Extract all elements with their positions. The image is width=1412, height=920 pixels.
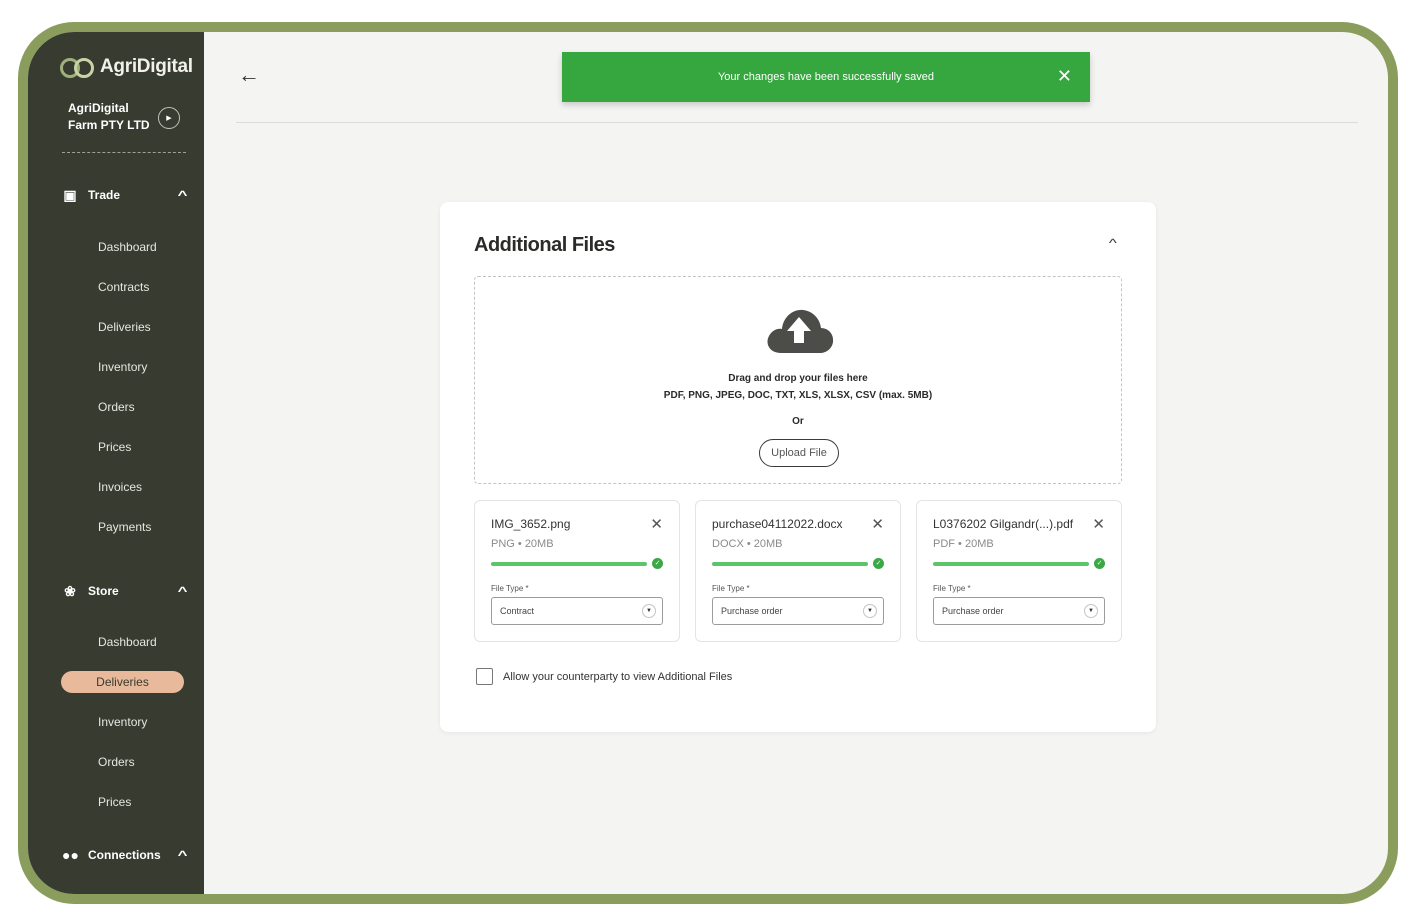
check-circle-icon: ✓ bbox=[873, 558, 884, 569]
file-name: L0376202 Gilgandr(...).pdf bbox=[933, 517, 1074, 531]
chevron-down-icon: ▼ bbox=[863, 604, 877, 618]
cloud-upload-icon bbox=[767, 309, 834, 353]
chevron-up-icon[interactable]: ^ bbox=[178, 584, 188, 598]
sidebar-section-store[interactable]: ❀ Store ^ bbox=[62, 580, 188, 602]
sidebar: AgriDigital AgriDigital Farm PTY LTD ▶ ▣… bbox=[28, 32, 204, 894]
file-type-select[interactable]: Purchase order ▼ bbox=[712, 597, 884, 625]
wheat-icon: ❀ bbox=[64, 582, 76, 599]
file-type-label: File Type * bbox=[933, 584, 971, 593]
sidebar-item-store-orders[interactable]: Orders bbox=[98, 751, 135, 773]
file-card: L0376202 Gilgandr(...).pdf ✕ PDF • 20MB … bbox=[916, 500, 1122, 642]
company-name: AgriDigital Farm PTY LTD bbox=[68, 101, 150, 132]
sidebar-section-trade[interactable]: ▣ Trade ^ bbox=[62, 184, 188, 206]
allow-counterparty-checkbox[interactable]: Allow your counterparty to view Addition… bbox=[476, 668, 732, 685]
app-screen: AgriDigital AgriDigital Farm PTY LTD ▶ ▣… bbox=[28, 32, 1388, 894]
file-drop-zone[interactable]: Drag and drop your files here PDF, PNG, … bbox=[474, 276, 1122, 484]
progress-fill bbox=[491, 562, 647, 566]
sidebar-item-trade-deliveries[interactable]: Deliveries bbox=[98, 316, 151, 338]
file-card: IMG_3652.png ✕ PNG • 20MB ✓ File Type * … bbox=[474, 500, 680, 642]
sidebar-item-trade-inventory[interactable]: Inventory bbox=[98, 356, 147, 378]
sidebar-item-trade-payments[interactable]: Payments bbox=[98, 516, 151, 538]
document-icon: ▣ bbox=[63, 186, 77, 203]
upload-progress-bar bbox=[933, 562, 1089, 566]
chevron-up-icon[interactable]: ^ bbox=[1109, 236, 1117, 250]
device-frame: AgriDigital AgriDigital Farm PTY LTD ▶ ▣… bbox=[18, 22, 1398, 904]
sidebar-item-store-prices[interactable]: Prices bbox=[98, 791, 131, 813]
file-type: DOCX bbox=[712, 538, 744, 550]
toast-message: Your changes have been successfully save… bbox=[717, 71, 935, 83]
logo-mark-icon bbox=[60, 56, 98, 78]
file-card: purchase04112022.docx ✕ DOCX • 20MB ✓ Fi… bbox=[695, 500, 901, 642]
sidebar-item-trade-orders[interactable]: Orders bbox=[98, 396, 135, 418]
sidebar-item-store-deliveries[interactable]: Deliveries bbox=[61, 671, 184, 693]
file-type-label: File Type * bbox=[491, 584, 529, 593]
file-meta: PNG • 20MB bbox=[491, 538, 554, 550]
check-circle-icon: ✓ bbox=[652, 558, 663, 569]
checkbox-box[interactable] bbox=[476, 668, 493, 685]
file-name: purchase04112022.docx bbox=[712, 517, 843, 531]
file-type-select[interactable]: Purchase order ▼ bbox=[933, 597, 1105, 625]
file-type: PNG bbox=[491, 538, 515, 550]
chevron-down-icon: ▼ bbox=[1084, 604, 1098, 618]
company-switch-button[interactable]: ▶ bbox=[158, 107, 180, 129]
allow-label: Allow your counterparty to view Addition… bbox=[503, 670, 733, 683]
sidebar-divider bbox=[62, 152, 186, 153]
upload-progress-bar bbox=[712, 562, 868, 566]
main-content: ← Your changes have been successfully sa… bbox=[204, 32, 1388, 894]
remove-file-icon[interactable]: ✕ bbox=[871, 515, 884, 533]
file-size: 20MB bbox=[524, 538, 554, 550]
brand-logo[interactable]: AgriDigital bbox=[60, 56, 193, 78]
file-meta: PDF • 20MB bbox=[933, 538, 994, 550]
file-type-select[interactable]: Contract ▼ bbox=[491, 597, 663, 625]
sidebar-item-trade-invoices[interactable]: Invoices bbox=[98, 476, 142, 498]
section-label: Trade bbox=[88, 188, 121, 202]
selected-value: Purchase order bbox=[721, 606, 783, 616]
check-circle-icon: ✓ bbox=[1094, 558, 1105, 569]
sidebar-item-trade-dashboard[interactable]: Dashboard bbox=[98, 236, 157, 258]
or-separator: Or bbox=[792, 416, 804, 427]
back-arrow-icon[interactable]: ← bbox=[238, 62, 260, 88]
remove-file-icon[interactable]: ✕ bbox=[1092, 515, 1105, 533]
section-label: Connections bbox=[88, 848, 161, 862]
file-name: IMG_3652.png bbox=[491, 517, 571, 531]
upload-file-button[interactable]: Upload File bbox=[759, 439, 839, 467]
sidebar-item-trade-contracts[interactable]: Contracts bbox=[98, 276, 149, 298]
additional-files-card: Additional Files ^ Drag and drop your fi… bbox=[440, 202, 1156, 732]
file-type: PDF bbox=[933, 538, 955, 550]
success-toast: Your changes have been successfully save… bbox=[562, 52, 1090, 102]
file-type-label: File Type * bbox=[712, 584, 750, 593]
chevron-up-icon[interactable]: ^ bbox=[178, 188, 188, 202]
card-title: Additional Files bbox=[474, 234, 615, 256]
chevron-down-icon: ▼ bbox=[642, 604, 656, 618]
upload-progress-bar bbox=[491, 562, 647, 566]
file-meta: DOCX • 20MB bbox=[712, 538, 783, 550]
file-size: 20MB bbox=[753, 538, 783, 550]
progress-fill bbox=[712, 562, 868, 566]
drop-instructions: Drag and drop your files here bbox=[728, 373, 868, 384]
close-icon[interactable]: ✕ bbox=[1057, 66, 1072, 87]
brand-name: AgriDigital bbox=[100, 56, 193, 77]
sidebar-item-store-dashboard[interactable]: Dashboard bbox=[98, 631, 157, 653]
chevron-up-icon[interactable]: ^ bbox=[178, 848, 188, 862]
header-divider bbox=[236, 122, 1358, 123]
selected-value: Contract bbox=[500, 606, 535, 616]
remove-file-icon[interactable]: ✕ bbox=[650, 515, 663, 533]
sidebar-item-trade-prices[interactable]: Prices bbox=[98, 436, 131, 458]
file-size: 20MB bbox=[964, 538, 994, 550]
people-icon: ●● bbox=[62, 847, 79, 863]
allowed-formats: PDF, PNG, JPEG, DOC, TXT, XLS, XLSX, CSV… bbox=[663, 390, 933, 401]
progress-fill bbox=[933, 562, 1089, 566]
sidebar-section-connections[interactable]: ●● Connections ^ bbox=[62, 844, 188, 866]
selected-value: Purchase order bbox=[942, 606, 1004, 616]
sidebar-item-store-inventory[interactable]: Inventory bbox=[98, 711, 147, 733]
section-label: Store bbox=[88, 584, 119, 598]
